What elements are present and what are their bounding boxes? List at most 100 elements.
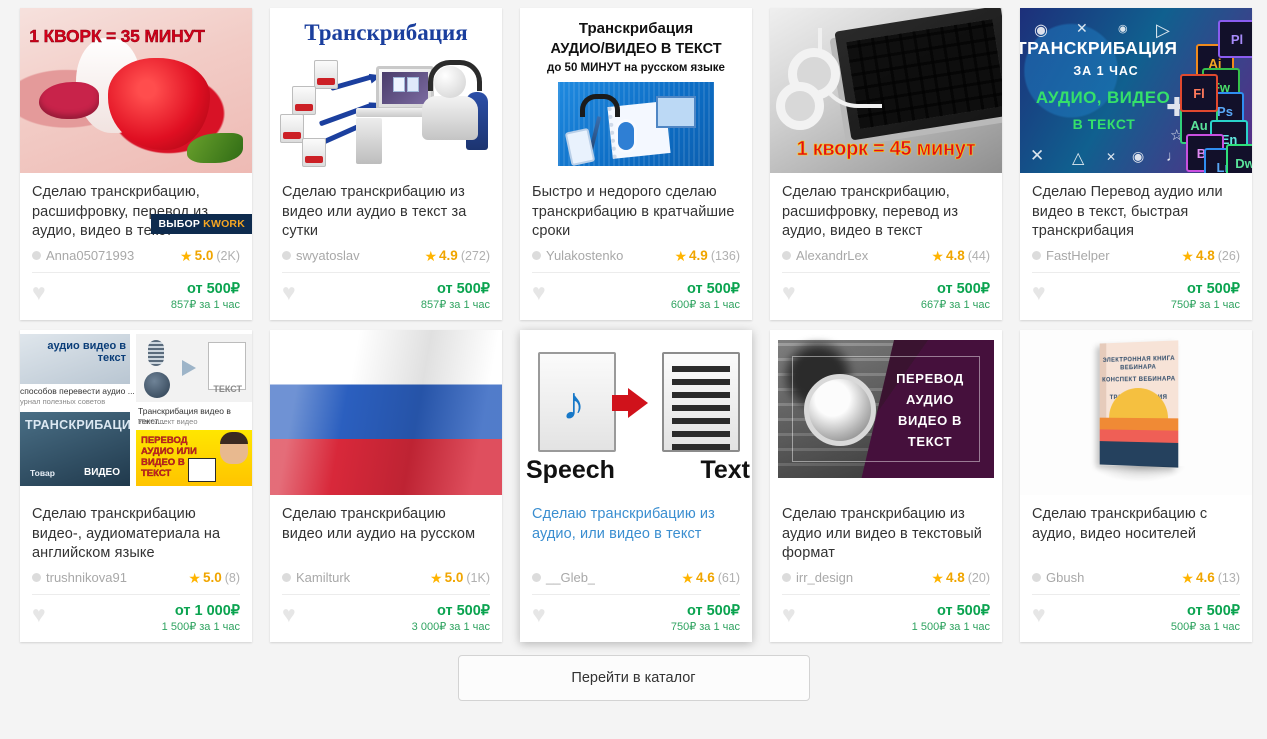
card-thumbnail[interactable]: ПЕРЕВОД АУДИО ВИДЕО В ТЕКСТ [770, 330, 1002, 495]
rating: ★ 5.0 (1K) [430, 570, 490, 585]
heart-icon[interactable]: ♥ [532, 603, 546, 626]
card-thumbnail[interactable]: 1 КВОРК = 35 МИНУТ [20, 8, 252, 173]
card-title[interactable]: Сделаю Перевод аудио или видео в текст, … [1032, 183, 1240, 242]
card-thumbnail[interactable]: Транскрибация [270, 8, 502, 173]
card-meta-row: irr_design ★ 4.8 (20) [782, 570, 990, 595]
card-title[interactable]: Сделаю транскрибацию из видео или аудио … [282, 183, 490, 242]
kwork-card[interactable]: ◉ ✕ ◉ ▷ ✕ △ ✕ ◉ ♩ ✚ ☆ Ai Fw Ps Au En Fl [1020, 8, 1252, 320]
lips-shape [38, 82, 99, 119]
card-meta-row: trushnikova91 ★ 5.0 (8) [32, 570, 240, 595]
price-block: от 500₽ 1 500₽ за 1 час [912, 603, 990, 634]
price-block: от 1 000₽ 1 500₽ за 1 час [162, 603, 240, 634]
card-meta-row: swyatoslav ★ 4.9 (272) [282, 248, 490, 273]
card-body: Сделаю транскрибацию, расшифровку, перев… [20, 173, 252, 273]
seller[interactable]: __Gleb_ [532, 570, 595, 585]
card-title[interactable]: Быстро и недорого сделаю транскрибацию в… [532, 183, 740, 242]
thumb-line-2: ЗА 1 ЧАС [1073, 64, 1139, 78]
person-body-shape [422, 96, 478, 140]
star-icon: ★ [180, 247, 193, 264]
circle-glyph-icon: ◉ [1118, 23, 1128, 35]
card-title[interactable]: Сделаю транскрибацию из аудио или видео … [782, 505, 990, 564]
price-per-hour: 857₽ за 1 час [170, 299, 240, 311]
heart-icon[interactable]: ♥ [1032, 281, 1046, 304]
note-glyph-icon: ♩ [1166, 148, 1181, 165]
price-per-hour: 750₽ за 1 час [670, 621, 740, 633]
speech-to-text-thumb: ♪ Speech Text [520, 330, 752, 495]
book-shadow [1094, 466, 1186, 482]
file-icon [292, 86, 316, 115]
seller[interactable]: swyatoslav [282, 248, 360, 263]
kwork-card[interactable]: аудио видео в текст способов перевести а… [20, 330, 252, 642]
seller[interactable]: AlexandrLex [782, 248, 868, 263]
transcription-pc-thumb: Транскрибация [270, 8, 502, 173]
text-file-icon [662, 352, 740, 452]
ebook-cover-thumb: ЭЛЕКТРОННАЯ КНИГА ВЕБИНАРА КОНСПЕКТ ВЕБИ… [1020, 330, 1252, 495]
seller[interactable]: Yulakostenko [532, 248, 623, 263]
price-main: от 500₽ [686, 281, 740, 297]
seller[interactable]: irr_design [782, 570, 853, 585]
kwork-card[interactable]: Сделаю транскрибацию видео или аудио на … [270, 330, 502, 642]
heart-icon[interactable]: ♥ [282, 603, 296, 626]
card-thumbnail[interactable] [270, 330, 502, 495]
card-title[interactable]: Сделаю транскрибацию видео-, аудиоматери… [32, 505, 240, 564]
circle-glyph-icon: ◉ [1132, 148, 1145, 164]
price-per-hour: 750₽ за 1 час [1170, 299, 1240, 311]
card-thumbnail[interactable]: ЭЛЕКТРОННАЯ КНИГА ВЕБИНАРА КОНСПЕКТ ВЕБИ… [1020, 330, 1252, 495]
x-glyph-icon: ✕ [1030, 146, 1045, 165]
audio-file-icon: ♪ [538, 352, 616, 452]
thumb-caption: 1 КВОРК = 35 МИНУТ [29, 26, 205, 47]
card-title[interactable]: Сделаю транскрибацию видео или аудио на … [282, 505, 490, 564]
badge-brand: KWORK [203, 218, 245, 230]
star-icon: ★ [430, 569, 443, 586]
seller[interactable]: Gbush [1032, 570, 1084, 585]
card-thumbnail[interactable]: аудио видео в текст способов перевести а… [20, 330, 252, 495]
card-thumbnail[interactable]: ◉ ✕ ◉ ▷ ✕ △ ✕ ◉ ♩ ✚ ☆ Ai Fw Ps Au En Fl [1020, 8, 1252, 173]
seller-name: Anna05071993 [46, 248, 135, 263]
avatar [282, 251, 291, 260]
heart-icon[interactable]: ♥ [1032, 603, 1046, 626]
seller-name: trushnikova91 [46, 570, 127, 585]
card-thumbnail[interactable]: ♪ Speech Text [520, 330, 752, 495]
kwork-card[interactable]: 1 КВОРК = 35 МИНУТ Сделаю транскрибацию,… [20, 8, 252, 320]
seller[interactable]: FastHelper [1032, 248, 1110, 263]
x-glyph-icon: ✕ [1076, 20, 1088, 36]
go-to-catalog-button[interactable]: Перейти в каталог [457, 655, 810, 701]
card-title[interactable]: Сделаю транскрибацию, расшифровку, перев… [782, 183, 990, 242]
price-main: от 500₽ [1186, 281, 1240, 297]
kwork-card[interactable]: Транскрибация Сделаю транскрибацию из ви… [270, 8, 502, 320]
card-meta-row: FastHelper ★ 4.8 (26) [1032, 248, 1240, 273]
heart-icon[interactable]: ♥ [32, 281, 46, 304]
price-per-hour: 1 500₽ за 1 час [161, 621, 240, 633]
heart-icon[interactable]: ♥ [532, 281, 546, 304]
card-thumbnail[interactable]: 1 кворк = 45 минут [770, 8, 1002, 173]
audio-video-to-text-thumb: Транскрибация АУДИО/ВИДЕО В ТЕКСТ до 50 … [520, 8, 752, 173]
thumb-label-left: Speech [526, 456, 615, 484]
kwork-card[interactable]: ПЕРЕВОД АУДИО ВИДЕО В ТЕКСТ Сделаю транс… [770, 330, 1002, 642]
seller[interactable]: Anna05071993 [32, 248, 134, 263]
kwork-card[interactable]: Транскрибация АУДИО/ВИДЕО В ТЕКСТ до 50 … [520, 8, 752, 320]
rating-value: 4.9 [689, 248, 708, 263]
rating-value: 5.0 [194, 248, 214, 263]
avatar [532, 251, 541, 260]
kwork-card[interactable]: ♪ Speech Text Сделаю транскрибацию из ау… [520, 330, 752, 642]
seller[interactable]: Kamilturk [282, 570, 350, 585]
card-title[interactable]: Сделаю транскрибацию с аудио, видео носи… [1032, 505, 1240, 564]
seller[interactable]: trushnikova91 [32, 570, 127, 585]
thumb-caption: Транскрибация [304, 20, 468, 45]
seller-name: Yulakostenko [546, 248, 624, 263]
headphone-cup [776, 82, 824, 130]
triangle-glyph-icon: △ [1072, 150, 1085, 167]
thumb-line-1: ЭЛЕКТРОННАЯ КНИГА ВЕБИНАРА [1102, 355, 1176, 372]
card-thumbnail[interactable]: Транскрибация АУДИО/ВИДЕО В ТЕКСТ до 50 … [520, 8, 752, 173]
kwork-card[interactable]: ЭЛЕКТРОННАЯ КНИГА ВЕБИНАРА КОНСПЕКТ ВЕБИ… [1020, 330, 1252, 642]
card-title[interactable]: Сделаю транскрибацию из аудио, или видео… [532, 505, 740, 564]
heart-icon[interactable]: ♥ [32, 603, 46, 626]
kwork-card[interactable]: 1 кворк = 45 минут Сделаю транскрибацию,… [770, 8, 1002, 320]
app-tile: Fl [1180, 74, 1218, 112]
heart-icon[interactable]: ♥ [782, 603, 796, 626]
card-meta-row: Kamilturk ★ 5.0 (1K) [282, 570, 490, 595]
rating-value: 4.8 [1195, 248, 1215, 263]
heart-icon[interactable]: ♥ [282, 281, 296, 304]
avatar [1032, 573, 1041, 582]
heart-icon[interactable]: ♥ [782, 281, 796, 304]
